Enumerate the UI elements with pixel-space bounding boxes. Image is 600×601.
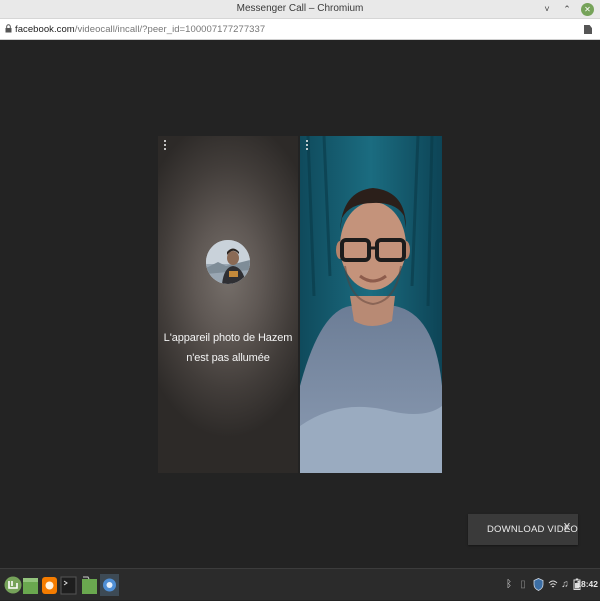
bluetooth-icon[interactable]: ᛒ bbox=[504, 578, 514, 592]
camera-off-message: L'appareil photo de Hazem n'est pas allu… bbox=[163, 332, 293, 364]
window-controls: ˅ ⌃ ✕ bbox=[541, 2, 594, 16]
music-icon[interactable]: ♫ bbox=[560, 578, 570, 592]
close-button[interactable]: ✕ bbox=[581, 2, 594, 16]
url-text[interactable]: facebook.com/videocall/incall/?peer_id=1… bbox=[15, 24, 265, 35]
download-video-toast[interactable]: DOWNLOAD VIDEO X bbox=[468, 514, 578, 545]
firefox-icon[interactable] bbox=[40, 574, 60, 596]
remote-video-tile[interactable]: L'appareil photo de Hazem n'est pas allu… bbox=[158, 136, 298, 473]
file-manager-icon[interactable] bbox=[21, 574, 41, 596]
window-titlebar: Messenger Call – Chromium ˅ ⌃ ✕ bbox=[0, 0, 600, 19]
lock-icon[interactable] bbox=[5, 24, 12, 33]
terminal-icon[interactable] bbox=[59, 574, 79, 596]
shield-icon[interactable] bbox=[532, 578, 544, 592]
close-toast-button[interactable]: X bbox=[561, 522, 573, 536]
files-icon[interactable] bbox=[80, 574, 100, 596]
self-video-frame bbox=[300, 136, 442, 473]
more-vertical-icon[interactable] bbox=[304, 139, 310, 151]
self-video-tile[interactable] bbox=[300, 136, 442, 473]
avatar bbox=[206, 240, 250, 284]
window-title: Messenger Call – Chromium bbox=[236, 3, 364, 14]
wifi-icon[interactable] bbox=[548, 578, 558, 592]
call-viewport: L'appareil photo de Hazem n'est pas allu… bbox=[0, 40, 600, 568]
chromium-icon[interactable] bbox=[100, 574, 119, 596]
page-icon[interactable] bbox=[584, 25, 592, 34]
address-bar[interactable]: facebook.com/videocall/incall/?peer_id=1… bbox=[0, 19, 600, 40]
mint-menu-icon[interactable] bbox=[3, 574, 23, 596]
network-icon[interactable]: ▯ bbox=[518, 578, 528, 592]
system-tray: ᛒ ▯ ♫ 18:42 bbox=[500, 569, 600, 601]
avatar-photo bbox=[206, 240, 250, 284]
restore-button[interactable]: ⌃ bbox=[561, 2, 573, 16]
more-vertical-icon[interactable] bbox=[162, 139, 168, 151]
url-path: /videocall/incall/?peer_id=1000071772773… bbox=[74, 24, 266, 35]
clock[interactable]: 18:42 bbox=[576, 579, 598, 589]
minimize-button[interactable]: ˅ bbox=[541, 2, 553, 16]
taskbar: ᛒ ▯ ♫ 18:42 bbox=[0, 568, 600, 600]
url-host: facebook.com bbox=[15, 24, 75, 35]
